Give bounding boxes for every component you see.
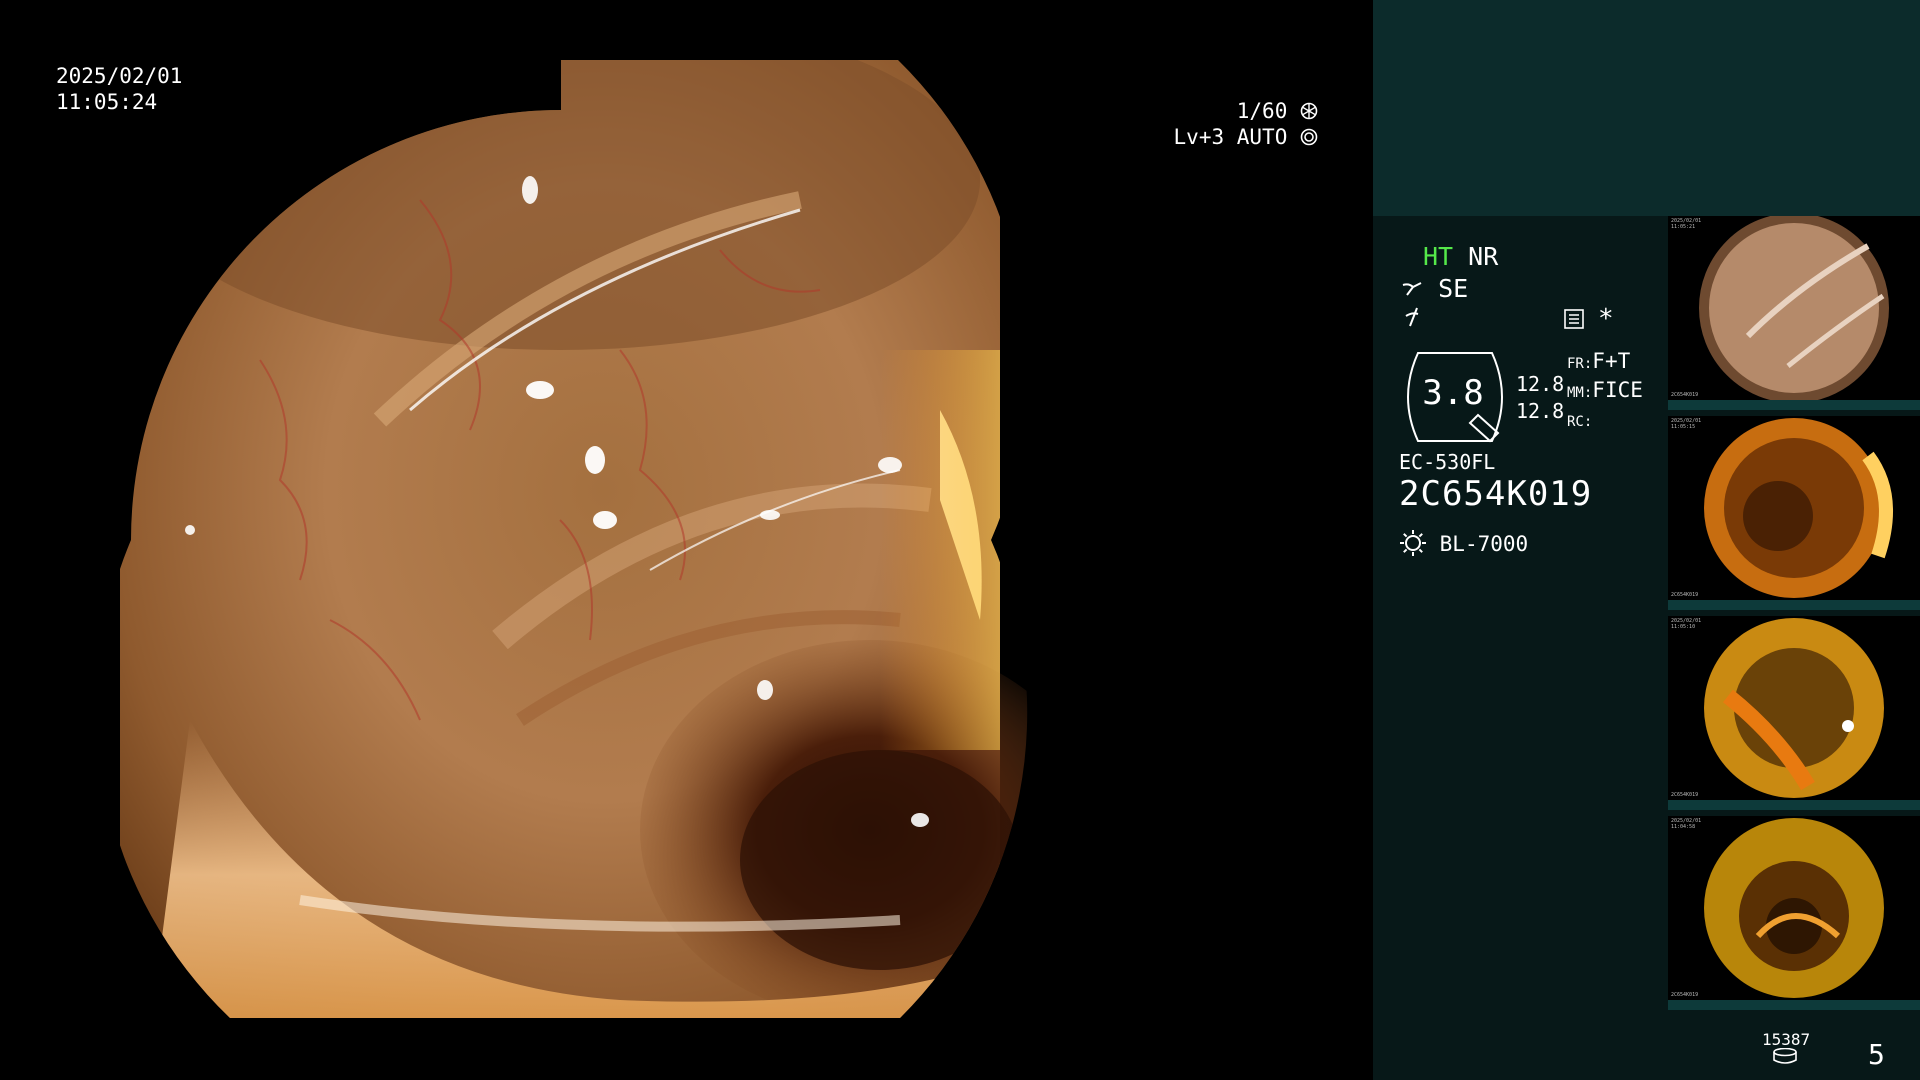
fr-label: FR: <box>1567 356 1593 372</box>
asterisk-mark: * <box>1598 304 1614 334</box>
aperture-icon <box>1300 100 1318 120</box>
ht-label: HT <box>1423 242 1454 271</box>
scope-model: EC-530FL <box>1399 450 1496 474</box>
lamp-icon <box>1399 529 1427 557</box>
thumb-1-bar <box>1668 400 1920 410</box>
level-text: Lv+3 <box>1173 125 1225 149</box>
se-row: SE <box>1401 274 1468 303</box>
sharpness-icon <box>1403 306 1425 334</box>
thumbnail-1[interactable]: 2025/02/01 11:05:21 2C654K019 4 <box>1668 216 1920 410</box>
scope-serial: 2C654K019 <box>1399 474 1593 514</box>
value-1: 12.8 <box>1516 372 1565 396</box>
nr-label: NR <box>1468 242 1499 271</box>
date-text: 2025/02/01 <box>56 64 183 88</box>
fr-value: F+T <box>1592 349 1631 373</box>
side-panel-header-area <box>1373 0 1920 216</box>
thumb-4-serial: 2C654K019 <box>1671 992 1699 998</box>
thumb-1-time: 11:05:21 <box>1671 224 1696 230</box>
storage-icon <box>1772 1047 1798 1068</box>
thumb-3-bar <box>1668 800 1920 810</box>
image-count: 5 <box>1868 1038 1885 1071</box>
camera-settings: 1/60 Lv+3 AUTO <box>1174 98 1318 150</box>
iris-mode-text: AUTO <box>1236 125 1288 149</box>
rc-label: RC: <box>1567 414 1593 430</box>
thumb-4-bar <box>1668 1000 1920 1010</box>
date-time: 2025/02/01 11:05:24 <box>56 63 182 115</box>
thumb-1-serial: 2C654K019 <box>1671 392 1699 398</box>
light-source-model: BL-7000 <box>1439 532 1529 556</box>
menu-icon <box>1563 308 1585 336</box>
thumb-4-time: 11:04:58 <box>1671 824 1696 830</box>
thumb-3-serial: 2C654K019 <box>1671 792 1699 798</box>
thumb-2-bar <box>1668 600 1920 610</box>
thumbnail-4[interactable]: 2025/02/01 11:04:58 2C654K019 1 <box>1668 816 1920 1010</box>
storage-count: 15387 <box>1762 1030 1811 1049</box>
thumb-2-time: 11:05:15 <box>1671 424 1696 430</box>
thumbnail-2[interactable]: 2025/02/01 11:05:15 2C654K019 3 <box>1668 416 1920 610</box>
light-source-row: BL-7000 <box>1399 529 1528 557</box>
thumbnail-strip: 2025/02/01 11:05:21 2C654K019 4 2025/02/… <box>1668 216 1920 1016</box>
endoscope-image <box>120 60 1028 1018</box>
mm-label: MM: <box>1567 385 1593 401</box>
thumbnail-3[interactable]: 2025/02/01 11:05:10 2C654K019 2 <box>1668 616 1920 810</box>
zoom-badge: 3.8 <box>1398 351 1512 443</box>
thumb-3-time: 11:05:10 <box>1671 624 1696 630</box>
mode-column: FR:F+T MM:FICE RC: <box>1567 348 1643 435</box>
iris-icon <box>1300 126 1318 146</box>
time-text: 11:05:24 <box>56 90 158 114</box>
value-2: 12.8 <box>1516 399 1565 423</box>
info-panel: HT NR SE * 3.8 12.8 12.8 FR:F+T MM:FICE … <box>1373 216 1673 1080</box>
zoom-value: 3.8 <box>1422 373 1484 413</box>
endoscope-view: 2025/02/01 11:05:24 1/60 Lv+3 AUTO <box>0 0 1373 1080</box>
shutter-speed: 1/60 <box>1236 99 1288 123</box>
value-column: 12.8 12.8 <box>1516 371 1564 425</box>
processing-modes: HT NR <box>1423 242 1498 271</box>
thumb-2-serial: 2C654K019 <box>1671 592 1699 598</box>
se-label: SE <box>1438 274 1469 303</box>
mm-value: FICE <box>1592 378 1643 402</box>
enhance-icon <box>1401 276 1423 296</box>
